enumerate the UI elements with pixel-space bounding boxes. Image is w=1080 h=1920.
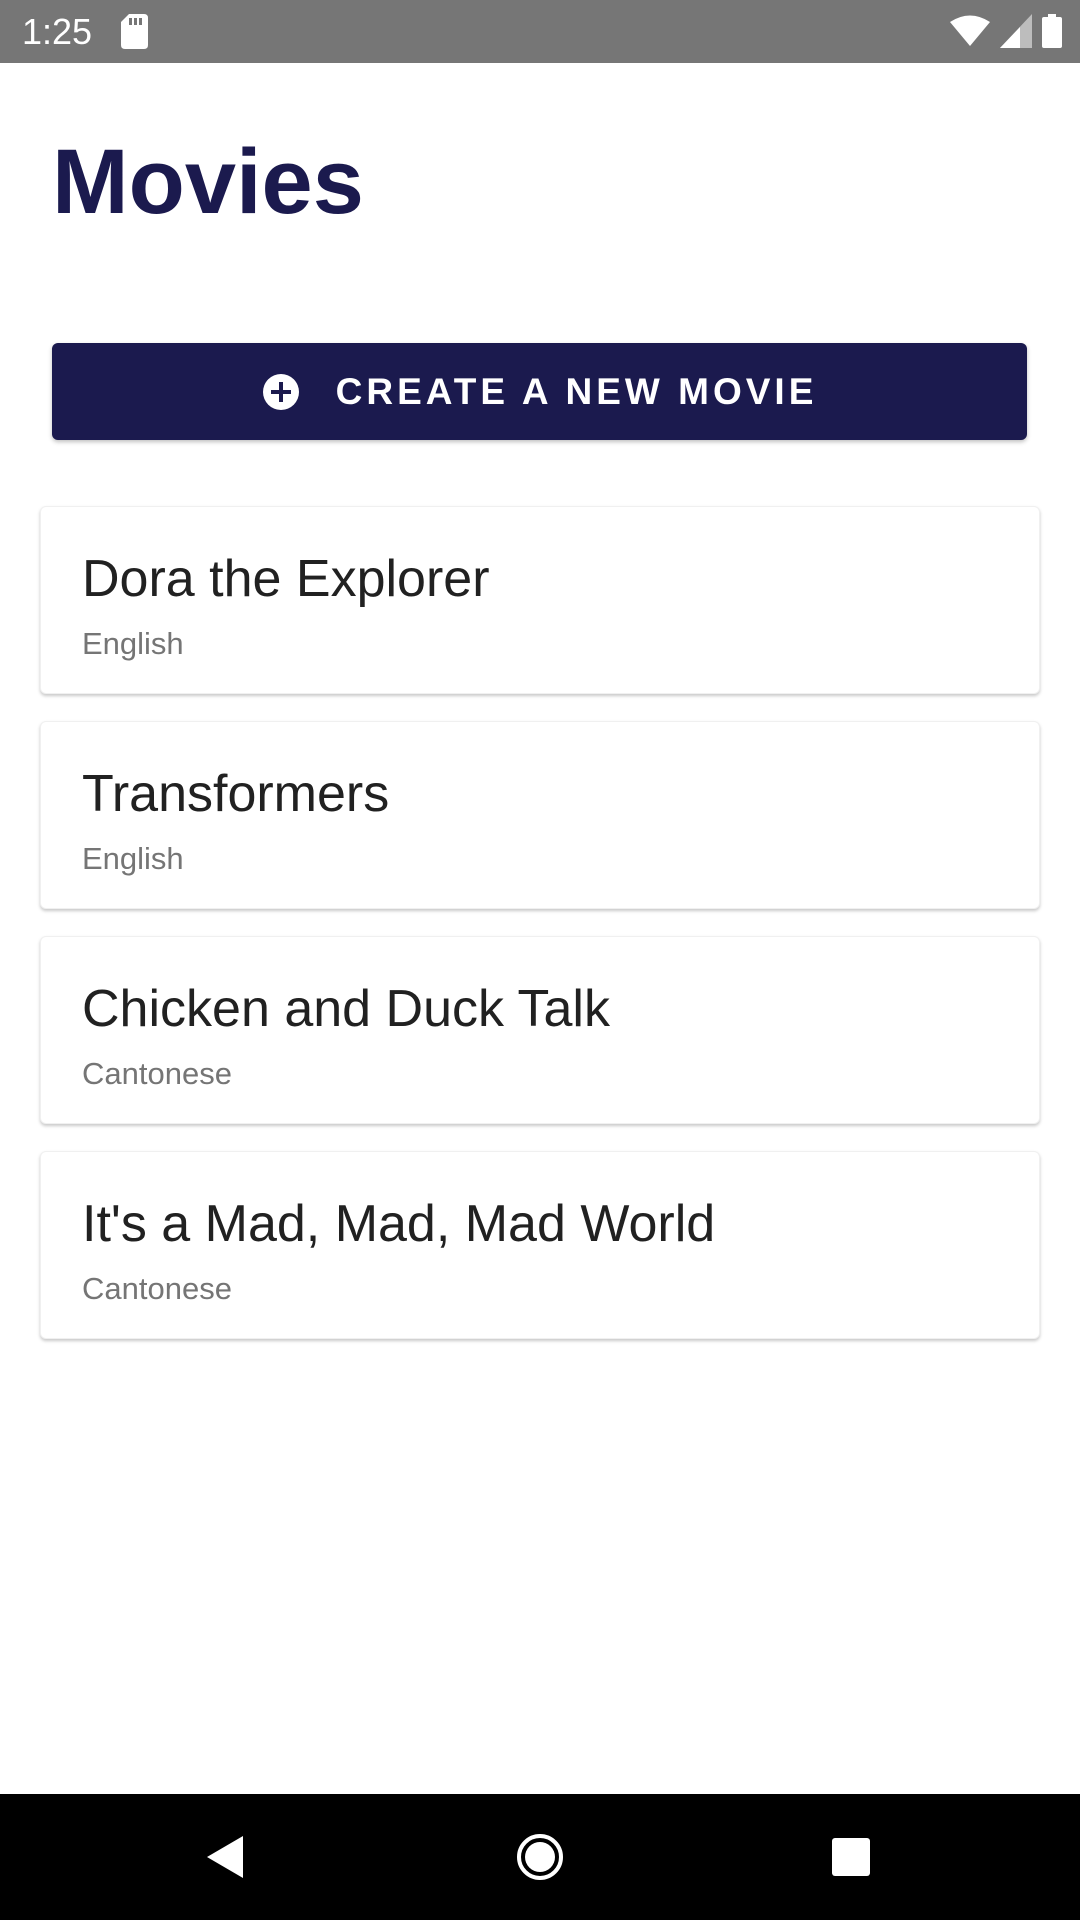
add-circle-icon <box>262 373 299 410</box>
movie-card[interactable]: Dora the Explorer English <box>40 506 1040 694</box>
status-icons <box>950 13 1062 49</box>
wifi-icon <box>950 15 990 46</box>
page-title: Movies <box>52 131 364 233</box>
cell-signal-icon <box>1000 14 1032 48</box>
movie-list: Dora the Explorer English Transformers E… <box>40 506 1040 1366</box>
movie-title: Chicken and Duck Talk <box>82 980 610 1038</box>
sd-card-icon <box>121 14 148 49</box>
movie-card[interactable]: Chicken and Duck Talk Cantonese <box>40 936 1040 1124</box>
movie-card[interactable]: Transformers English <box>40 721 1040 909</box>
movie-title: It's a Mad, Mad, Mad World <box>82 1195 716 1253</box>
create-movie-label: CREATE A NEW MOVIE <box>335 370 818 412</box>
recents-button[interactable] <box>788 1794 914 1920</box>
home-button[interactable] <box>477 1794 603 1920</box>
movie-card[interactable]: It's a Mad, Mad, Mad World Cantonese <box>40 1151 1040 1339</box>
battery-icon <box>1042 14 1062 48</box>
movies-screen: 1:25 Movies CREATE A NEW MOVIE Dora the … <box>0 0 1080 1920</box>
navigation-bar <box>0 1794 1080 1920</box>
status-bar: 1:25 <box>0 0 1080 63</box>
home-icon <box>517 1834 563 1880</box>
movie-language: Cantonese <box>82 1271 232 1306</box>
create-movie-button[interactable]: CREATE A NEW MOVIE <box>52 343 1027 440</box>
back-button[interactable] <box>162 1794 288 1920</box>
movie-language: Cantonese <box>82 1056 232 1091</box>
back-icon <box>207 1836 243 1878</box>
movie-title: Transformers <box>82 765 390 823</box>
movie-title: Dora the Explorer <box>82 550 490 608</box>
movie-language: English <box>82 841 184 876</box>
movie-language: English <box>82 626 184 661</box>
recents-icon <box>832 1838 870 1876</box>
status-time: 1:25 <box>22 11 93 52</box>
